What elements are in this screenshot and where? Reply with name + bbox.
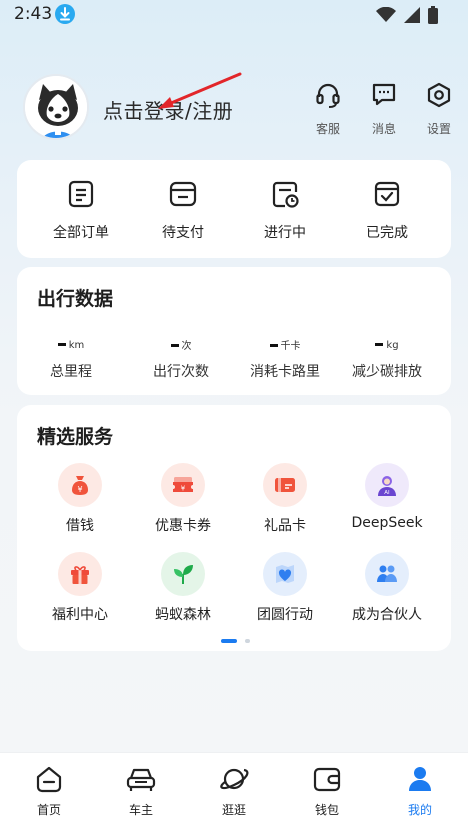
nav-home-label: 首页 — [36, 803, 61, 817]
service-welfare-center-label: 福利中心 — [52, 607, 108, 623]
service-reunion-action[interactable]: 团圆行动 — [235, 552, 335, 624]
travel-data-card[interactable]: 出行数据 km 总里程 次 出行次数 千卡 消耗卡路里 kg 减少碳排放 — [17, 267, 451, 395]
stat-calories-label: 消耗卡路里 — [250, 364, 320, 380]
stat-trip-count-value: 次 — [127, 337, 235, 355]
service-gift-card-label: 礼品卡 — [264, 518, 306, 534]
wifi-icon — [376, 6, 396, 27]
all-orders-label: 全部订单 — [53, 225, 109, 241]
messages-label: 消息 — [371, 122, 396, 136]
svg-text:¥: ¥ — [77, 485, 82, 494]
download-icon — [55, 4, 75, 24]
svg-text:AI: AI — [384, 490, 390, 496]
stat-carbon-reduction: kg 减少碳排放 — [333, 337, 441, 381]
service-deepseek-label: DeepSeek — [351, 515, 423, 531]
in-progress-label: 进行中 — [264, 225, 306, 241]
services-pager[interactable] — [221, 639, 251, 658]
avatar[interactable] — [23, 74, 89, 140]
service-welfare-center[interactable]: 福利中心 — [30, 552, 130, 624]
ai-assistant-icon: AI — [365, 463, 409, 507]
heart-map-icon — [263, 552, 307, 596]
stat-calories-value: 千卡 — [231, 337, 339, 355]
headset-icon — [315, 83, 341, 112]
signal-icon — [404, 7, 420, 27]
wallet-pay-icon — [169, 181, 197, 212]
pending-payment-button[interactable]: 待支付 — [143, 180, 223, 242]
service-become-partner-label: 成为合伙人 — [352, 607, 422, 623]
pager-dot — [245, 639, 251, 643]
service-coupons[interactable]: ¥ 优惠卡券 — [133, 463, 233, 535]
completed-label: 已完成 — [366, 225, 408, 241]
battery-icon — [428, 6, 438, 28]
home-icon — [35, 766, 63, 797]
gift-box-icon — [58, 552, 102, 596]
annotation-arrow-icon — [158, 72, 242, 109]
all-orders-button[interactable]: 全部订单 — [41, 180, 121, 242]
wallet-icon — [313, 767, 341, 797]
sprout-icon — [161, 552, 205, 596]
featured-services-card: 精选服务 ¥ 借钱 ¥ 优惠卡券 礼品卡 AI DeepSeek 福利中心 蚂蚁… — [17, 405, 451, 651]
all-orders-icon — [67, 180, 95, 212]
profile-icon — [406, 767, 434, 797]
customer-service-label: 客服 — [315, 122, 340, 136]
settings-label: 设置 — [426, 122, 451, 136]
planet-icon — [218, 768, 250, 797]
partners-icon — [365, 552, 409, 596]
service-deepseek[interactable]: AI DeepSeek — [337, 463, 437, 531]
settings-button[interactable]: 设置 — [419, 82, 459, 137]
nav-explore[interactable]: 逛逛 — [199, 765, 269, 818]
service-borrow[interactable]: ¥ 借钱 — [30, 463, 130, 535]
pending-payment-label: 待支付 — [162, 225, 204, 241]
coupon-icon: ¥ — [161, 463, 205, 507]
stat-trip-count-label: 出行次数 — [153, 364, 209, 380]
orders-card: 全部订单 待支付 进行中 已完成 — [17, 160, 451, 258]
stat-carbon-reduction-value: kg — [333, 337, 441, 355]
stat-trip-count: 次 出行次数 — [127, 337, 235, 381]
gift-card-icon — [263, 463, 307, 507]
service-become-partner[interactable]: 成为合伙人 — [337, 552, 437, 624]
status-time: 2:43 — [14, 4, 53, 24]
service-ant-forest[interactable]: 蚂蚁森林 — [133, 552, 233, 624]
service-ant-forest-label: 蚂蚁森林 — [155, 607, 211, 623]
service-gift-card[interactable]: 礼品卡 — [235, 463, 335, 535]
message-icon — [371, 83, 397, 112]
nav-profile[interactable]: 我的 — [385, 765, 455, 818]
nav-home[interactable]: 首页 — [14, 765, 84, 818]
settings-icon — [426, 82, 452, 112]
stat-carbon-reduction-label: 减少碳排放 — [352, 364, 422, 380]
in-progress-icon — [271, 181, 299, 212]
service-coupons-label: 优惠卡券 — [155, 518, 211, 534]
stat-calories: 千卡 消耗卡路里 — [231, 337, 339, 381]
completed-button[interactable]: 已完成 — [347, 180, 427, 242]
nav-car-owner[interactable]: 车主 — [106, 765, 176, 818]
pager-dot-active — [221, 639, 237, 643]
nav-wallet-label: 钱包 — [314, 803, 339, 817]
bottom-navigation: 首页 车主 逛逛 钱包 我的 — [0, 752, 468, 821]
in-progress-button[interactable]: 进行中 — [245, 180, 325, 242]
svg-text:¥: ¥ — [181, 485, 186, 493]
stat-total-distance-value: km — [17, 337, 125, 355]
travel-data-title: 出行数据 — [37, 288, 114, 310]
completed-icon — [373, 181, 401, 212]
customer-service-button[interactable]: 客服 — [308, 82, 348, 137]
stat-total-distance: km 总里程 — [17, 337, 125, 381]
messages-button[interactable]: 消息 — [364, 82, 404, 137]
services-title: 精选服务 — [37, 426, 114, 448]
service-reunion-action-label: 团圆行动 — [257, 607, 313, 623]
stat-total-distance-label: 总里程 — [50, 364, 92, 380]
service-borrow-label: 借钱 — [66, 518, 94, 534]
nav-car-owner-label: 车主 — [128, 803, 153, 817]
status-bar: 2:43 — [0, 0, 468, 30]
nav-wallet[interactable]: 钱包 — [292, 765, 362, 818]
nav-profile-label: 我的 — [407, 803, 432, 817]
money-bag-icon: ¥ — [58, 463, 102, 507]
car-icon — [126, 768, 156, 797]
nav-explore-label: 逛逛 — [221, 803, 246, 817]
